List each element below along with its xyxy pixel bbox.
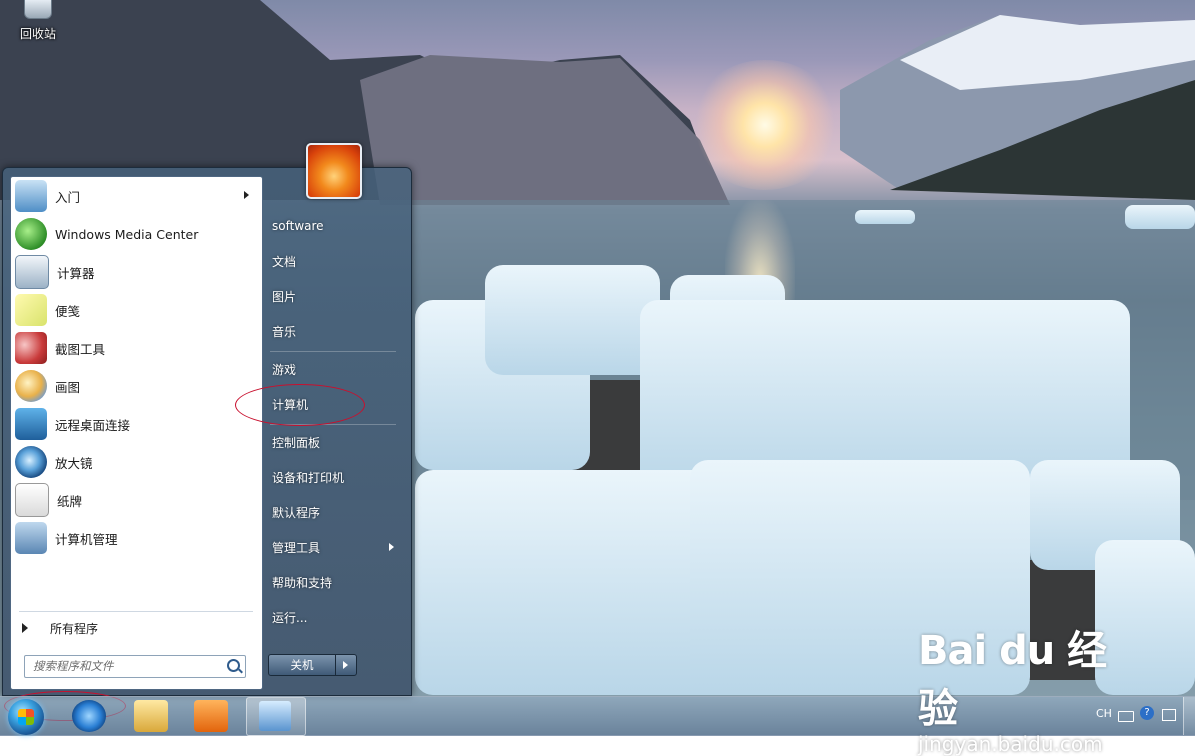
windows-explorer-icon[interactable] — [134, 700, 168, 732]
program-get-started[interactable]: 入门 — [13, 178, 259, 214]
program-solitaire[interactable]: 纸牌 — [13, 482, 259, 518]
right-item-documents[interactable]: 文档 — [264, 246, 400, 276]
right-item-label: 运行... — [272, 610, 308, 625]
watermark-logo: Bai du 经验 — [918, 628, 1107, 732]
right-item-label: 游戏 — [272, 362, 297, 377]
arrow-right-icon — [22, 623, 28, 633]
sun-glow — [690, 60, 840, 190]
ice-floe — [855, 210, 915, 224]
right-item-label: 音乐 — [272, 324, 297, 339]
ice-floe — [1125, 205, 1195, 229]
program-remote-desktop[interactable]: 远程桌面连接 — [13, 406, 259, 442]
right-item-software[interactable]: software — [264, 211, 400, 241]
right-item-control-panel[interactable]: 控制面板 — [264, 427, 400, 457]
calculator-icon — [15, 255, 49, 289]
search-box[interactable] — [24, 655, 246, 678]
program-label: 截图工具 — [55, 341, 106, 357]
program-calculator[interactable]: 计算器 — [13, 254, 259, 290]
user-avatar[interactable] — [306, 143, 362, 199]
magnifier-icon — [15, 446, 47, 478]
right-item-help-support[interactable]: 帮助和支持 — [264, 567, 400, 597]
control-panel-icon — [259, 701, 291, 731]
solitaire-icon — [15, 483, 49, 517]
right-item-admin-tools[interactable]: 管理工具 — [264, 532, 400, 562]
search-input[interactable] — [25, 656, 223, 675]
media-player-icon[interactable] — [194, 700, 228, 732]
right-item-label: software — [272, 219, 324, 233]
paint-icon — [15, 370, 47, 402]
baidu-watermark: Bai du 经验 jingyan.baidu.com — [918, 618, 1138, 756]
get-started-icon — [15, 180, 47, 212]
windows-logo-icon — [18, 709, 34, 725]
start-button[interactable] — [8, 699, 44, 735]
remote-desktop-icon — [15, 408, 47, 440]
ice-floe — [485, 265, 660, 375]
submenu-arrow-icon — [389, 543, 394, 551]
right-item-games[interactable]: 游戏 — [264, 354, 400, 384]
right-item-label: 设备和打印机 — [272, 470, 345, 485]
right-item-label: 控制面板 — [272, 435, 321, 450]
submenu-arrow-icon — [244, 191, 249, 199]
right-item-label: 文档 — [272, 254, 297, 269]
recycle-bin-label: 回收站 — [19, 27, 56, 41]
program-label: 远程桌面连接 — [55, 417, 131, 433]
all-programs-label: 所有程序 — [50, 621, 99, 636]
show-desktop-button[interactable] — [1183, 697, 1195, 735]
all-programs-button[interactable]: 所有程序 — [19, 617, 98, 639]
program-label: 入门 — [55, 189, 81, 205]
options-icon[interactable] — [1162, 709, 1176, 721]
program-sticky-notes[interactable]: 便笺 — [13, 292, 259, 328]
snipping-tool-icon — [15, 332, 47, 364]
watermark-url: jingyan.baidu.com — [918, 732, 1103, 756]
divider — [270, 424, 396, 425]
right-item-label: 图片 — [272, 289, 297, 304]
right-item-label: 管理工具 — [272, 540, 321, 555]
right-item-label: 帮助和支持 — [272, 575, 333, 590]
right-item-label: 计算机 — [272, 397, 309, 412]
recycle-bin-icon — [24, 0, 52, 19]
right-item-default-programs[interactable]: 默认程序 — [264, 497, 400, 527]
internet-explorer-icon[interactable] — [72, 700, 106, 732]
program-magnifier[interactable]: 放大镜 — [13, 444, 259, 480]
right-item-devices-printers[interactable]: 设备和打印机 — [264, 462, 400, 492]
program-label: 计算器 — [57, 265, 95, 281]
sticky-notes-icon — [15, 294, 47, 326]
right-item-music[interactable]: 音乐 — [264, 316, 400, 346]
programs-pane: 入门 Windows Media Center 计算器 便笺 截图工具 画图 远… — [10, 176, 263, 690]
search-icon[interactable] — [227, 659, 240, 672]
right-item-label: 默认程序 — [272, 505, 321, 520]
shutdown-button[interactable]: 关机 — [268, 654, 336, 676]
program-snipping-tool[interactable]: 截图工具 — [13, 330, 259, 366]
help-icon[interactable]: ? — [1140, 706, 1154, 720]
computer-management-icon — [15, 522, 47, 554]
taskbar-active-window[interactable] — [246, 697, 306, 736]
recycle-bin-shortcut[interactable]: 回收站 — [8, 0, 68, 42]
divider — [19, 611, 253, 612]
program-paint[interactable]: 画图 — [13, 368, 259, 404]
shutdown-options-button[interactable] — [335, 654, 357, 676]
right-item-computer[interactable]: 计算机 — [264, 389, 400, 419]
program-label: 便笺 — [55, 303, 81, 319]
divider — [270, 351, 396, 352]
program-computer-management[interactable]: 计算机管理 — [13, 520, 259, 556]
program-windows-media-center[interactable]: Windows Media Center — [13, 216, 259, 252]
right-item-pictures[interactable]: 图片 — [264, 281, 400, 311]
program-label: 纸牌 — [57, 493, 83, 509]
program-label: 放大镜 — [55, 455, 93, 471]
media-center-icon — [15, 218, 47, 250]
program-label: 计算机管理 — [55, 531, 118, 547]
right-item-run[interactable]: 运行... — [264, 602, 400, 632]
program-label: Windows Media Center — [55, 226, 199, 242]
program-label: 画图 — [55, 379, 81, 395]
